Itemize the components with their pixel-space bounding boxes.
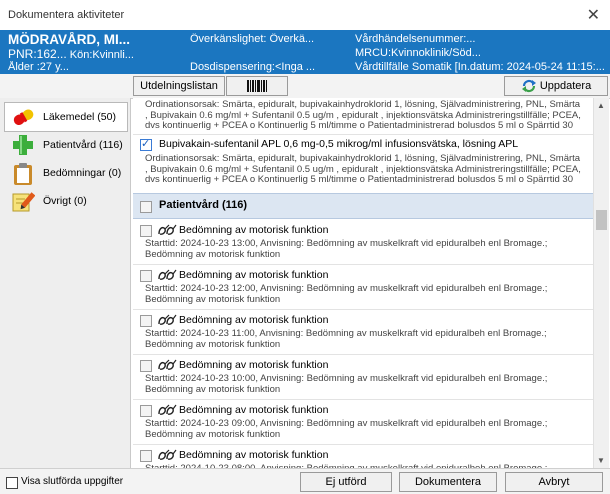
row-checkbox[interactable] — [140, 450, 152, 462]
row-checkbox[interactable] — [140, 137, 152, 151]
sidebar-item-assessments[interactable]: Bedömningar (0) — [4, 158, 128, 188]
document-button[interactable]: Dokumentera — [399, 472, 497, 492]
care-row[interactable]: Bedömning av motorisk funktionStarttid: … — [133, 444, 593, 468]
legs-icon — [158, 449, 177, 460]
section-checkbox[interactable] — [140, 201, 152, 213]
care-title: Bedömning av motorisk funktion — [179, 224, 329, 236]
sidebar-item-other[interactable]: Övrigt (0) — [4, 186, 128, 216]
care-episode: Vårdtillfälle Somatik [In.datum: 2024-05… — [355, 61, 605, 73]
care-row[interactable]: Bedömning av motorisk funktion Starttid: … — [133, 264, 593, 310]
vertical-scrollbar[interactable]: ▲ ▼ — [593, 98, 609, 468]
legs-icon — [158, 224, 177, 235]
care-detail: Starttid: 2024-10-23 12:00, Anvisning: B… — [145, 284, 548, 305]
care-title: Bedömning av motorisk funktion — [179, 314, 329, 326]
sidebar-item-medication[interactable]: Läkemedel (50) — [4, 102, 128, 132]
care-row[interactable]: Bedömning av motorisk funktion Starttid: … — [133, 219, 593, 265]
clipboard-icon — [14, 163, 32, 185]
update-button[interactable]: Uppdatera — [504, 76, 608, 96]
medication-title: Bupivakain-sufentanil APL 0,6 mg-0,5 mik… — [159, 138, 519, 150]
patient-allergy: Överkänslighet: Överkä... — [190, 33, 315, 45]
legs-icon — [158, 314, 177, 325]
medication-item-detail: Ordinationsorsak: Smärta, epiduralt, bup… — [145, 154, 581, 186]
show-completed-checkbox[interactable] — [6, 477, 18, 489]
row-checkbox[interactable] — [140, 225, 152, 237]
legs-icon — [158, 404, 177, 415]
legs-icon — [158, 269, 177, 280]
row-checkbox[interactable] — [140, 270, 152, 282]
care-row[interactable]: Bedömning av motorisk funktion Starttid: … — [133, 309, 593, 355]
sidebar-item-patient-care[interactable]: Patientvård (116) — [4, 130, 128, 160]
care-detail: Starttid: 2024-10-23 09:00, Anvisning: B… — [145, 419, 548, 440]
distribution-list-button[interactable]: Utdelningslistan — [133, 76, 225, 96]
not-done-button[interactable]: Ej utförd — [300, 472, 392, 492]
episode-number: Vårdhändelsenummer:... — [355, 33, 476, 45]
show-completed-label: Visa slutförda uppgifter — [21, 476, 124, 487]
patient-name: MÖDRAVÅRD, MI... — [8, 32, 130, 47]
care-detail: Starttid: 2024-10-23 11:00, Anvisning: B… — [145, 329, 547, 350]
footer-bar: Visa slutförda uppgifter Ej utförd Dokum… — [0, 468, 610, 494]
scroll-thumb[interactable] — [596, 210, 607, 230]
care-title: Bedömning av motorisk funktion — [179, 449, 329, 461]
care-row[interactable]: Bedömning av motorisk funktion Starttid: … — [133, 354, 593, 400]
care-detail: Starttid: 2024-10-23 13:00, Anvisning: B… — [145, 239, 548, 260]
care-detail: Starttid: 2024-10-23 10:00, Anvisning: B… — [145, 374, 548, 395]
toolbar: Utdelningslistan Uppdatera — [0, 74, 610, 99]
patient-dispensing: Dosdispensering:<Inga ... — [190, 61, 316, 73]
activity-list: Ordinationsorsak: Smärta, epiduralt, bup… — [133, 98, 593, 468]
plus-icon — [13, 135, 33, 155]
care-title: Bedömning av motorisk funktion — [179, 404, 329, 416]
window-title: Dokumentera aktiviteter — [8, 9, 125, 21]
barcode-button[interactable] — [226, 76, 288, 96]
sidebar-item-label: Patientvård (116) — [43, 139, 123, 151]
row-checkbox[interactable] — [140, 315, 152, 327]
mrcu-unit: MRCU:Kvinnoklinik/Söd... — [355, 47, 481, 59]
patient-gender: Kön:Kvinnli... — [69, 49, 134, 61]
row-checkbox[interactable] — [140, 360, 152, 372]
section-title: Patientvård (116) — [159, 199, 248, 211]
pill-icon — [13, 109, 34, 125]
section-header-patient-care[interactable]: Patientvård (116) — [133, 193, 593, 219]
patient-age: Ålder :27 y... — [8, 61, 69, 73]
cancel-button[interactable]: Avbryt — [505, 472, 603, 492]
care-title: Bedömning av motorisk funktion — [179, 359, 329, 371]
legs-icon — [158, 359, 177, 370]
sidebar-item-label: Läkemedel (50) — [43, 111, 116, 123]
update-label: Uppdatera — [539, 80, 592, 92]
category-sidebar: Läkemedel (50) Patientvård (116) Bedömni… — [0, 98, 131, 468]
patient-banner: MÖDRAVÅRD, MI... PNR:162... Kön:Kvinnli.… — [0, 30, 610, 74]
sidebar-item-label: Övrigt (0) — [43, 195, 87, 207]
medication-detail: Ordinationsorsak: Smärta, epiduralt, bup… — [145, 100, 581, 132]
sidebar-item-label: Bedömningar (0) — [43, 167, 122, 179]
row-checkbox[interactable] — [140, 405, 152, 417]
patient-pnr: PNR:162... — [8, 47, 67, 61]
pencil-note-icon — [12, 192, 35, 212]
care-title: Bedömning av motorisk funktion — [179, 269, 329, 281]
refresh-icon — [521, 80, 536, 93]
medication-row[interactable]: Bupivakain-sufentanil APL 0,6 mg-0,5 mik… — [133, 135, 593, 186]
care-row[interactable]: Bedömning av motorisk funktion Starttid: … — [133, 399, 593, 445]
barcode-icon — [247, 80, 267, 92]
scroll-up-icon[interactable]: ▲ — [597, 101, 605, 110]
window-titlebar: Dokumentera aktiviteter ✕ — [0, 0, 610, 31]
scroll-down-icon[interactable]: ▼ — [597, 456, 605, 465]
close-icon[interactable]: ✕ — [587, 5, 600, 25]
